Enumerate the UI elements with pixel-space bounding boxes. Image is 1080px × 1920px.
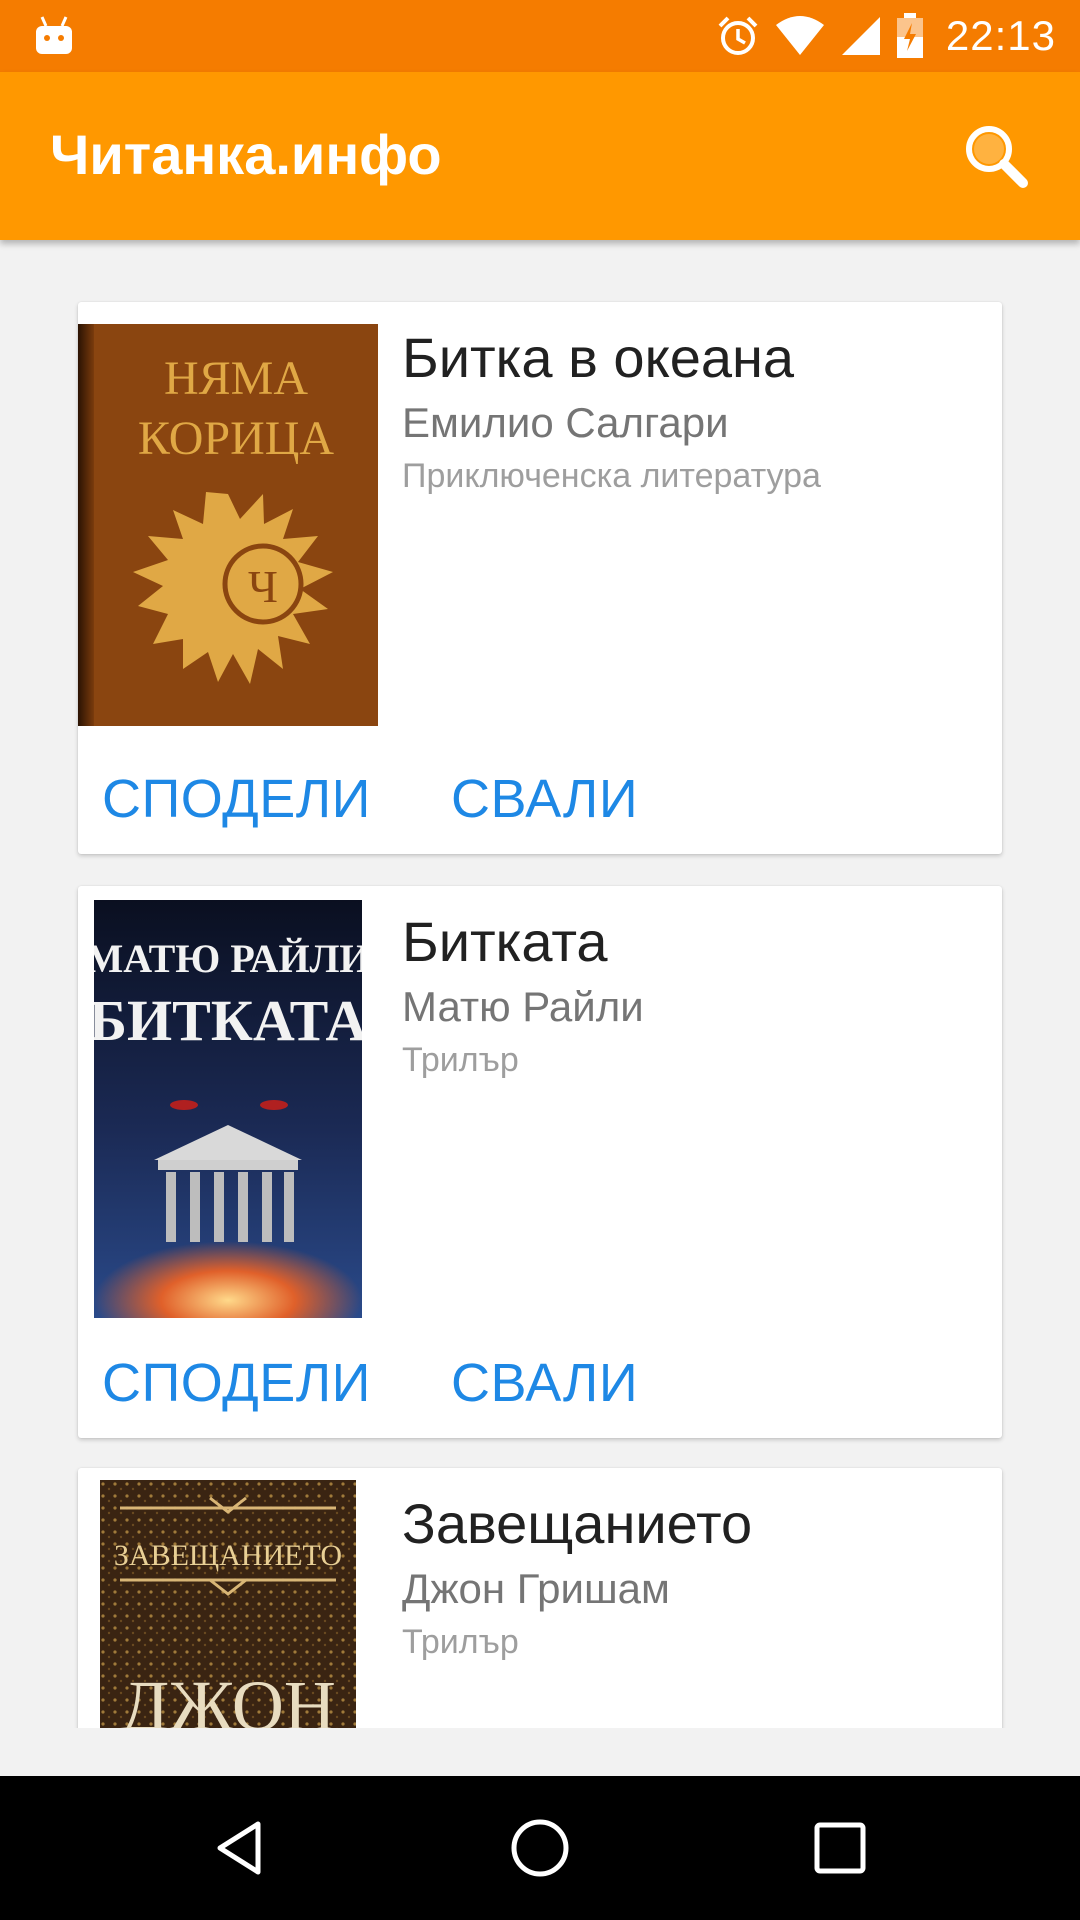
book-author: Джон Гришам: [402, 1565, 670, 1612]
card-actions: СПОДЕЛИ СВАЛИ: [102, 768, 638, 830]
cover-text-2: КОРИЦА: [138, 412, 335, 465]
book-title: Битка в океана: [402, 326, 795, 389]
book-genre: Трилър: [402, 1041, 519, 1079]
search-icon: [966, 126, 1028, 188]
book-card[interactable]: МАТЮ РАЙЛИ БИТКАТА Битката Матю Райли Тр…: [78, 886, 1002, 1438]
book-card[interactable]: НЯМА КОРИЦА Ч Битка в океана Емилио Салг…: [78, 302, 1002, 854]
book-title: Завещанието: [402, 1492, 753, 1555]
battery-charging-icon: [896, 13, 924, 59]
book-list[interactable]: НЯМА КОРИЦА Ч Битка в океана Емилио Салг…: [0, 240, 1080, 1728]
search-button[interactable]: [956, 116, 1036, 196]
book-author: Матю Райли: [402, 983, 644, 1030]
cover-text-2: ДЖОН: [120, 1666, 336, 1728]
share-button[interactable]: СПОДЕЛИ: [102, 768, 371, 830]
navigation-bar: [0, 1776, 1080, 1920]
book-info: Битка в океана Емилио Салгари Приключенс…: [402, 326, 821, 498]
book-info: Завещанието Джон Гришам Трилър: [402, 1492, 752, 1664]
back-button[interactable]: [200, 1808, 280, 1888]
book-cover[interactable]: ЗАВЕЩАНИЕТО ДЖОН: [100, 1480, 356, 1728]
cover-text-3: Ч: [248, 561, 278, 612]
book-card[interactable]: ЗАВЕЩАНИЕТО ДЖОН Завещанието Джон Гришам…: [78, 1468, 1002, 1728]
share-button[interactable]: СПОДЕЛИ: [102, 1352, 371, 1414]
home-icon: [511, 1819, 569, 1877]
recents-icon: [814, 1822, 866, 1874]
cover-text-1: НЯМА: [164, 352, 308, 405]
status-clock: 22:13: [945, 12, 1056, 59]
home-button[interactable]: [500, 1808, 580, 1888]
app-title: Читанка.инфо: [50, 123, 442, 186]
signal-icon: [840, 15, 882, 57]
recents-button[interactable]: [800, 1808, 880, 1888]
back-icon: [217, 1821, 261, 1875]
alarm-icon: [716, 14, 760, 58]
download-button[interactable]: СВАЛИ: [451, 768, 638, 830]
book-genre: Трилър: [402, 1623, 519, 1661]
android-notification-icon: [34, 14, 74, 56]
cover-text-2: БИТКАТА: [94, 988, 362, 1053]
book-genre: Приключенска литература: [402, 457, 821, 495]
book-info: Битката Матю Райли Трилър: [402, 910, 644, 1082]
book-title: Битката: [402, 910, 608, 973]
book-cover[interactable]: МАТЮ РАЙЛИ БИТКАТА: [94, 900, 362, 1318]
download-button[interactable]: СВАЛИ: [451, 1352, 638, 1414]
app-bar: Читанка.инфо: [0, 72, 1080, 240]
cover-text-1: ЗАВЕЩАНИЕТО: [114, 1539, 342, 1572]
status-bar: 22:13: [0, 0, 1080, 72]
book-cover[interactable]: НЯМА КОРИЦА Ч: [78, 324, 378, 726]
wifi-icon: [774, 15, 826, 57]
cover-text-1: МАТЮ РАЙЛИ: [94, 936, 362, 981]
book-author: Емилио Салгари: [402, 399, 729, 446]
card-actions: СПОДЕЛИ СВАЛИ: [102, 1352, 638, 1414]
